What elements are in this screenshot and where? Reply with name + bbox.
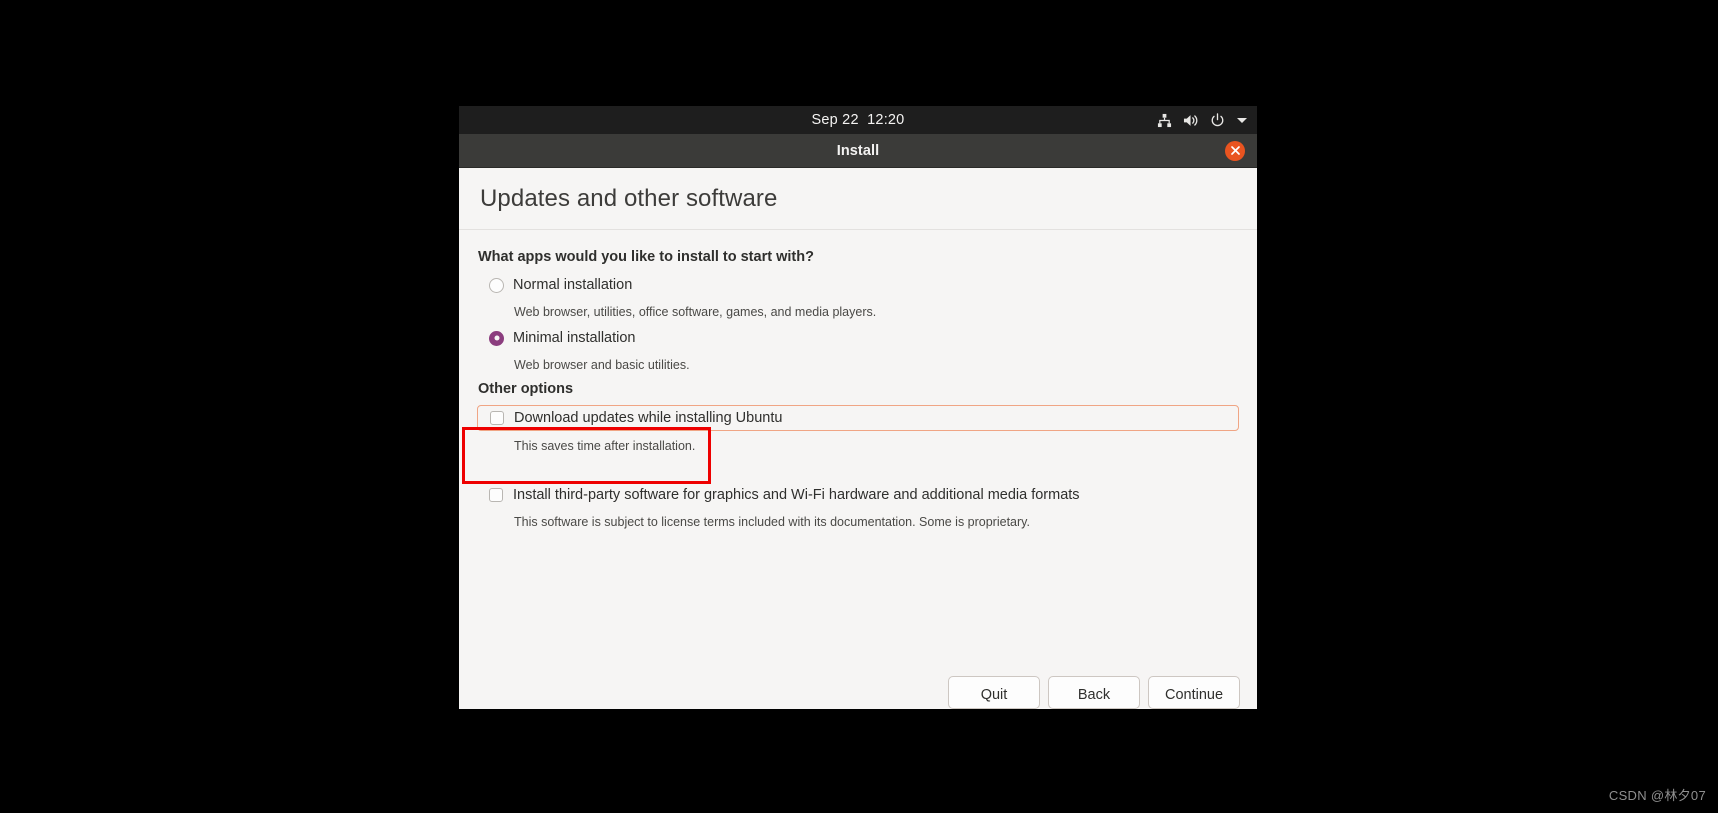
continue-button[interactable]: Continue: [1148, 676, 1240, 709]
window-title-bar[interactable]: Install: [459, 134, 1257, 168]
close-icon: [1230, 146, 1240, 155]
volume-icon[interactable]: [1183, 113, 1199, 128]
radio-minimal-installation[interactable]: Minimal installation: [478, 326, 1238, 350]
radio-normal-installation[interactable]: Normal installation: [478, 273, 1238, 297]
radio-normal-icon[interactable]: [489, 277, 504, 293]
radio-minimal-icon[interactable]: [489, 330, 504, 346]
checkbox-download-updates-label: Download updates while installing Ubuntu: [514, 410, 783, 426]
window-title: Install: [836, 142, 880, 159]
checkbox-third-party-hint: This software is subject to license term…: [514, 515, 1030, 529]
checkbox-third-party-label: Install third-party software for graphic…: [513, 487, 1080, 503]
ubuntu-installer-window: Sep 22 12:20 Install Updates and other s…: [459, 106, 1257, 709]
page-title: Updates and other software: [480, 184, 778, 212]
apps-question-label: What apps would you like to install to s…: [478, 249, 814, 265]
installer-dialog: Updates and other software What apps wou…: [459, 168, 1257, 709]
gnome-top-bar: Sep 22 12:20: [459, 106, 1257, 134]
dialog-footer: Quit Back Continue: [459, 676, 1257, 709]
radio-minimal-label: Minimal installation: [513, 330, 636, 346]
checkbox-third-party-software[interactable]: Install third-party software for graphic…: [478, 483, 1238, 507]
power-icon[interactable]: [1210, 112, 1225, 128]
checkbox-download-updates-hint: This saves time after installation.: [514, 439, 696, 453]
screenshot-root: Sep 22 12:20 Install Updates and other s…: [0, 0, 1718, 813]
radio-normal-hint: Web browser, utilities, office software,…: [514, 305, 877, 319]
network-icon[interactable]: [1157, 113, 1172, 128]
radio-minimal-hint: Web browser and basic utilities.: [514, 358, 690, 372]
dialog-body: What apps would you like to install to s…: [459, 230, 1257, 709]
back-button[interactable]: Back: [1048, 676, 1140, 709]
system-tray: [1157, 106, 1248, 134]
clock[interactable]: Sep 22 12:20: [812, 112, 905, 128]
radio-normal-label: Normal installation: [513, 277, 633, 293]
checkbox-download-updates[interactable]: Download updates while installing Ubuntu: [477, 405, 1239, 431]
other-options-label: Other options: [478, 381, 574, 397]
dialog-header: Updates and other software: [459, 168, 1257, 230]
quit-button[interactable]: Quit: [948, 676, 1040, 709]
close-button[interactable]: [1225, 140, 1245, 161]
checkbox-download-updates-box[interactable]: [490, 411, 504, 425]
watermark: CSDN @林夕07: [1608, 788, 1706, 803]
chevron-down-icon[interactable]: [1236, 116, 1248, 125]
checkbox-third-party-box[interactable]: [489, 488, 503, 502]
